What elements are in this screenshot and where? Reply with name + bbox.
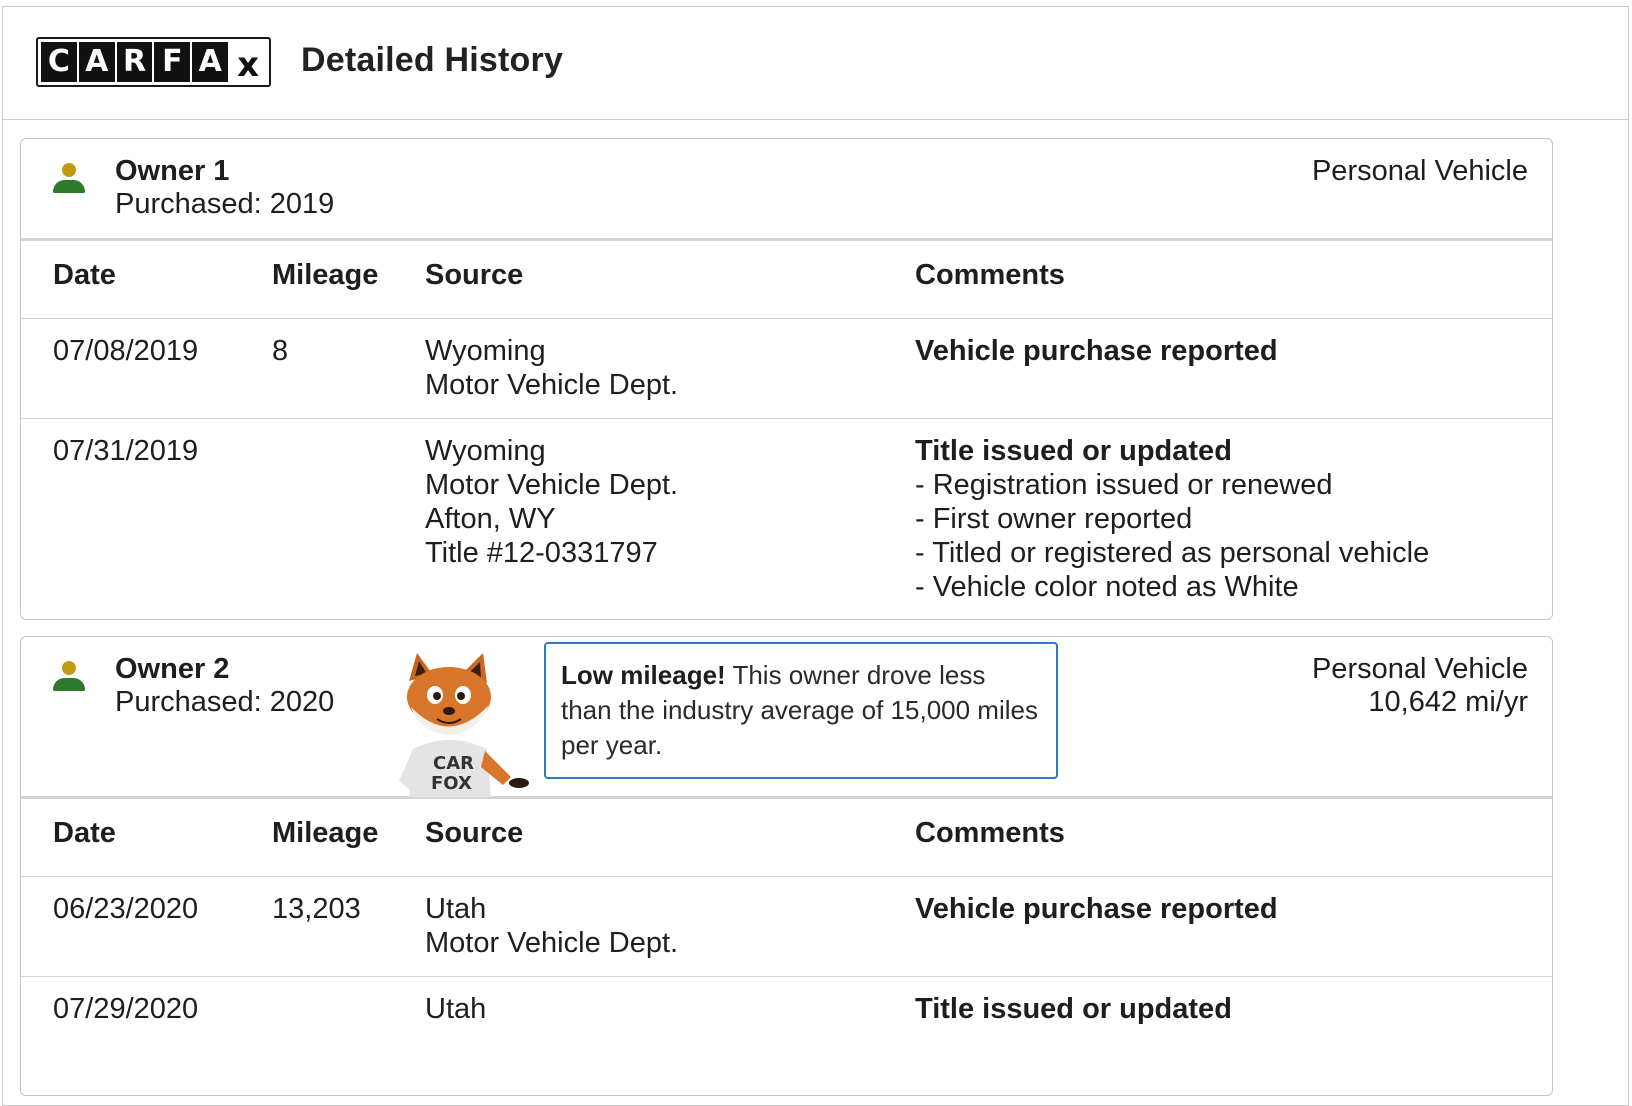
owner-2-header: Owner 2 Purchased: 2020 CAR FOX Low mile… [21,637,1552,799]
record-comments: Vehicle purchase reported [915,892,1278,926]
logo-letter: A [78,42,115,82]
logo-letter: R [116,42,153,82]
comment-item: - Registration issued or renewed [915,469,1333,501]
owner-1-header: Owner 1 Purchased: 2019 Personal Vehicle [21,139,1552,241]
logo-letter: A [192,42,229,82]
callout-bold: Low mileage! [561,660,726,690]
comment-item: - First owner reported [915,503,1193,535]
page-title: Detailed History [301,41,564,79]
source-line: Utah [425,893,487,925]
mascot-shirt-text: FOX [431,773,472,794]
person-icon [52,661,86,697]
vehicle-type: Personal Vehicle [1311,155,1528,187]
vehicle-type: Personal Vehicle [1311,653,1528,685]
detailed-history-panel: C A R F A x Detailed History Owner 1 Pur… [2,6,1629,1106]
record-mileage: 13,203 [272,893,361,925]
person-icon [52,163,86,199]
mascot-shirt-text: CAR [433,753,474,774]
owner-purchased: Purchased: 2019 [115,188,335,220]
column-header-source: Source [425,817,524,849]
comment-title: Title issued or updated [915,993,1232,1025]
table-row: 07/31/2019 Wyoming Motor Vehicle Dept. A… [21,419,1552,619]
table-header-row: Date Mileage Source Comments [21,241,1552,319]
logo-letter: C [41,42,77,82]
table-row: 06/23/2020 13,203 Utah Motor Vehicle Dep… [21,877,1552,977]
comment-title: Vehicle purchase reported [915,335,1278,367]
comment-item: - Vehicle color noted as White [915,571,1299,603]
logo-letter: x [230,42,266,82]
record-comments: Title issued or updated - Registration i… [915,434,1429,604]
column-header-comments: Comments [915,817,1065,849]
record-date: 06/23/2020 [53,893,199,925]
source-line: Motor Vehicle Dept. [425,927,679,959]
record-source: Utah Motor Vehicle Dept. [425,892,678,960]
table-row: 07/08/2019 8 Wyoming Motor Vehicle Dept.… [21,319,1552,419]
column-header-date: Date [53,817,116,849]
record-comments: Title issued or updated [915,992,1232,1026]
source-line: Motor Vehicle Dept. [425,369,679,401]
history-header: C A R F A x Detailed History [3,7,1628,120]
source-line: Wyoming [425,435,546,467]
owner-purchased: Purchased: 2020 [115,686,335,718]
comment-item: - Titled or registered as personal vehic… [915,537,1430,569]
comment-title: Title issued or updated [915,435,1232,467]
record-source: Utah [425,992,486,1026]
source-line: Wyoming [425,335,546,367]
owner-name: Owner 1 [115,155,230,187]
source-line: Utah [425,993,487,1025]
carfax-logo: C A R F A x [36,37,271,87]
column-header-mileage: Mileage [272,259,379,291]
record-mileage: 8 [272,335,289,367]
record-date: 07/08/2019 [53,335,199,367]
record-source: Wyoming Motor Vehicle Dept. Afton, WY Ti… [425,434,678,570]
column-header-mileage: Mileage [272,817,379,849]
table-row: 07/29/2020 Utah Title issued or updated [21,977,1552,1095]
miles-per-year: 10,642 mi/yr [1368,686,1528,718]
low-mileage-callout: Low mileage! This owner drove less than … [544,642,1058,779]
record-comments: Vehicle purchase reported [915,334,1278,368]
owner-2-card: Owner 2 Purchased: 2020 CAR FOX Low mile… [20,636,1553,1096]
comment-title: Vehicle purchase reported [915,893,1278,925]
column-header-comments: Comments [915,259,1065,291]
owner-name: Owner 2 [115,653,230,685]
record-date: 07/29/2020 [53,993,199,1025]
source-line: Title #12-0331797 [425,537,658,569]
column-header-source: Source [425,259,524,291]
owner-1-card: Owner 1 Purchased: 2019 Personal Vehicle… [20,138,1553,620]
carfox-mascot-image: CAR FOX [399,653,529,797]
logo-letter: F [154,42,191,82]
record-source: Wyoming Motor Vehicle Dept. [425,334,678,402]
record-date: 07/31/2019 [53,435,199,467]
column-header-date: Date [53,259,116,291]
source-line: Afton, WY [425,503,556,535]
table-header-row: Date Mileage Source Comments [21,799,1552,877]
source-line: Motor Vehicle Dept. [425,469,679,501]
